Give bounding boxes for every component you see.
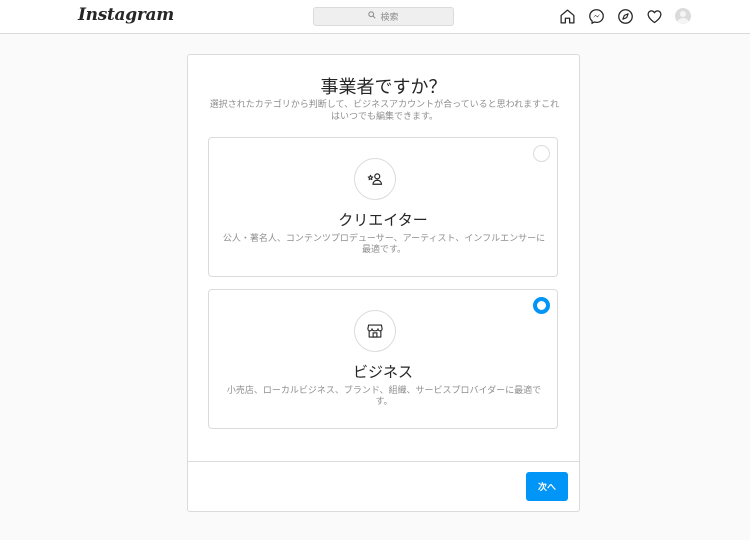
business-option[interactable]: ビジネス 小売店、ローカルビジネス、ブランド、組織、サービスプロバイダーに最適で… xyxy=(208,289,558,429)
top-nav-bar: Instagram 検索 xyxy=(0,0,750,34)
search-box[interactable]: 検索 xyxy=(313,7,454,26)
shop-icon xyxy=(354,310,396,352)
nav-icons xyxy=(558,7,692,25)
profile-avatar[interactable] xyxy=(674,7,692,25)
heart-icon[interactable] xyxy=(645,7,663,25)
creator-option[interactable]: クリエイター 公人・著名人、コンテンツプロデューサー、アーティスト、インフルエン… xyxy=(208,137,558,277)
home-icon[interactable] xyxy=(558,7,576,25)
business-radio[interactable] xyxy=(533,297,550,314)
search-icon xyxy=(368,11,377,22)
explore-icon[interactable] xyxy=(616,7,634,25)
avatar xyxy=(675,8,691,24)
messenger-icon[interactable] xyxy=(587,7,605,25)
search-placeholder: 検索 xyxy=(380,13,399,23)
account-type-dialog: 事業者ですか？ 選択されたカテゴリから判断して、ビジネスアカウントが合っていると… xyxy=(187,54,580,512)
dialog-title: 事業者ですか？ xyxy=(320,77,447,98)
next-button[interactable]: 次へ xyxy=(526,472,568,501)
creator-option-title: クリエイター xyxy=(338,211,428,229)
instagram-logo[interactable]: Instagram xyxy=(78,5,174,25)
business-option-title: ビジネス xyxy=(352,363,413,381)
creator-radio[interactable] xyxy=(533,145,550,162)
creator-option-description: 公人・著名人、コンテンツプロデューサー、アーティスト、インフルエンサーに最適です… xyxy=(222,234,546,255)
footer-divider xyxy=(188,461,579,462)
dialog-subtitle: 選択されたカテゴリから判断して、ビジネスアカウントが合っていると思われますこれは… xyxy=(209,100,560,122)
creator-icon xyxy=(354,158,396,200)
business-option-description: 小売店、ローカルビジネス、ブランド、組織、サービスプロバイダーに最適です。 xyxy=(226,386,542,407)
